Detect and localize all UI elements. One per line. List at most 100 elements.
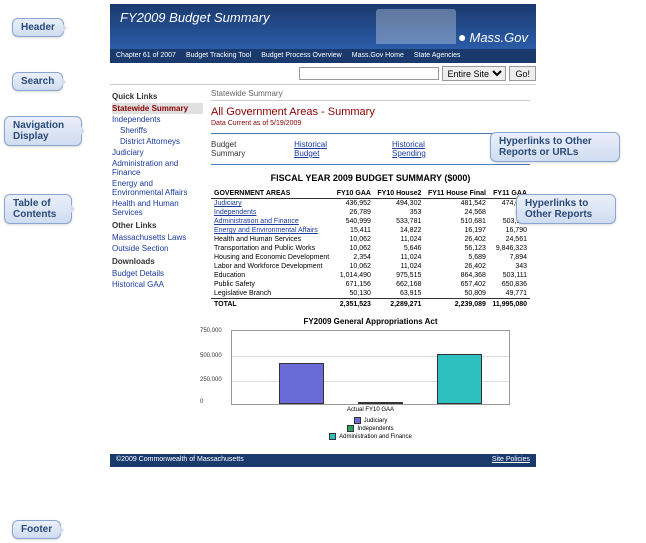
topnav-item[interactable]: Budget Tracking Tool: [186, 52, 251, 60]
cell: 16,790: [489, 226, 530, 235]
table-row: Housing and Economic Development2,35411,…: [211, 253, 530, 262]
col-header: FY11 House Final: [424, 189, 489, 199]
row-link[interactable]: Independents: [214, 209, 256, 216]
sidebar-item[interactable]: District Attorneys: [112, 136, 203, 147]
row-name: Independents: [211, 208, 333, 217]
row-name: Judiciary: [211, 199, 333, 209]
sidebar-item[interactable]: Health and Human Services: [112, 198, 203, 218]
row-link[interactable]: Judiciary: [214, 200, 242, 207]
cell: 26,789: [333, 208, 374, 217]
col-header: FY10 House2: [374, 189, 424, 199]
cell: 864,368: [424, 271, 489, 280]
bar: [437, 354, 482, 404]
topnav-item[interactable]: Mass.Gov Home: [352, 52, 404, 60]
sidebar-item[interactable]: Energy and Environmental Affairs: [112, 178, 203, 198]
footer-policies-link[interactable]: Site Policies: [492, 456, 530, 465]
callout-footer: Footer: [12, 520, 61, 539]
total-label: TOTAL: [211, 299, 333, 310]
cell: 56,123: [424, 244, 489, 253]
legend-item: Independents: [347, 425, 393, 432]
sidebar-item[interactable]: Historical GAA: [112, 279, 203, 290]
cell: 2,351,523: [333, 299, 374, 310]
cell: 24,561: [489, 235, 530, 244]
table-title: FISCAL YEAR 2009 BUDGET SUMMARY ($000): [211, 173, 530, 183]
cell: 49,771: [489, 289, 530, 299]
callout-toc: Table of Contents: [4, 194, 72, 224]
topnav-item[interactable]: Chapter 61 of 2007: [116, 52, 176, 60]
sidebar-item[interactable]: Budget Details: [112, 268, 203, 279]
sidebar-item[interactable]: Outside Section: [112, 243, 203, 254]
search-scope-select[interactable]: Entire Site: [442, 66, 506, 81]
cell: 9,846,323: [489, 244, 530, 253]
sidebar: Quick Links Statewide SummaryIndependent…: [110, 85, 205, 448]
swatch-icon: [347, 425, 354, 432]
table-row: Labor and Workforce Development10,06211,…: [211, 262, 530, 271]
row-link[interactable]: Administration and Finance: [214, 218, 299, 225]
report-link-row: Budget Summary Historical Budget Histori…: [211, 138, 530, 160]
table-row: Health and Human Services10,06211,02426,…: [211, 235, 530, 244]
cell: 650,836: [489, 280, 530, 289]
sidebar-heading-quick: Quick Links: [112, 92, 203, 101]
topnav-item[interactable]: Budget Process Overview: [261, 52, 342, 60]
historical-budget-link[interactable]: Historical Budget: [294, 140, 352, 158]
row-name: Housing and Economic Development: [211, 253, 333, 262]
chart-title: FY2009 General Appropriations Act: [211, 317, 530, 326]
callout-header: Header: [12, 18, 64, 37]
cell: 1,014,490: [333, 271, 374, 280]
callout-search: Search: [12, 72, 63, 91]
topnav-item[interactable]: State Agencies: [414, 52, 461, 60]
cell: 11,024: [374, 235, 424, 244]
cell: 481,542: [424, 199, 489, 209]
legend-label: Administration and Finance: [339, 434, 412, 440]
sidebar-item[interactable]: Statewide Summary: [112, 103, 203, 114]
row-name: Transportation and Public Works: [211, 244, 333, 253]
cell: 10,062: [333, 262, 374, 271]
col-header: FY10 GAA: [333, 189, 374, 199]
sidebar-item[interactable]: Judiciary: [112, 147, 203, 158]
row-link[interactable]: Energy and Environmental Affairs: [214, 227, 318, 234]
cell: 15,411: [333, 226, 374, 235]
search-go-button[interactable]: Go!: [509, 66, 536, 81]
cell: 671,156: [333, 280, 374, 289]
bar-chart: 750,000 500,000 250,000 0: [231, 330, 510, 405]
cell: 50,130: [333, 289, 374, 299]
sidebar-item[interactable]: Sheriffs: [112, 125, 203, 136]
table-row: Public Safety671,156662,168657,402650,83…: [211, 280, 530, 289]
cell: 5,689: [424, 253, 489, 262]
sidebar-heading-other: Other Links: [112, 221, 203, 230]
footer-copyright: ©2009 Commonwealth of Massachusetts: [116, 456, 244, 465]
table-row: Independents26,78935324,568343: [211, 208, 530, 217]
row-name: Legislative Branch: [211, 289, 333, 299]
sidebar-item[interactable]: Administration and Finance: [112, 158, 203, 178]
sidebar-heading-downloads: Downloads: [112, 257, 203, 266]
legend-item: Judiciary: [354, 417, 388, 424]
header-banner: FY2009 Budget Summary Mass.Gov: [110, 4, 536, 49]
cell: 540,999: [333, 217, 374, 226]
footer: ©2009 Commonwealth of Massachusetts Site…: [110, 454, 536, 467]
cell: 50,809: [424, 289, 489, 299]
swatch-icon: [329, 433, 336, 440]
cell: 10,062: [333, 235, 374, 244]
chart-legend: JudiciaryIndependents Administration and …: [211, 417, 530, 440]
cell: 24,568: [424, 208, 489, 217]
cell: 10,062: [333, 244, 374, 253]
y-tick: 0: [200, 399, 203, 405]
cell: 662,168: [374, 280, 424, 289]
divider: [211, 164, 530, 165]
search-input[interactable]: [299, 67, 439, 80]
col-header: GOVERNMENT AREAS: [211, 189, 333, 199]
linkrow-label: Budget Summary: [211, 140, 254, 158]
callout-nav: Navigation Display: [4, 116, 82, 146]
sidebar-item[interactable]: Independents: [112, 114, 203, 125]
cell: 5,646: [374, 244, 424, 253]
cell: 503,111: [489, 271, 530, 280]
cell: 343: [489, 262, 530, 271]
cell: 14,822: [374, 226, 424, 235]
cell: 2,354: [333, 253, 374, 262]
historical-spending-link[interactable]: Historical Spending: [392, 140, 458, 158]
breadcrumb: Statewide Summary: [211, 89, 530, 101]
cell: 510,681: [424, 217, 489, 226]
cell: 26,402: [424, 262, 489, 271]
table-row: Administration and Finance540,999533,781…: [211, 217, 530, 226]
sidebar-item[interactable]: Massachusetts Laws: [112, 232, 203, 243]
